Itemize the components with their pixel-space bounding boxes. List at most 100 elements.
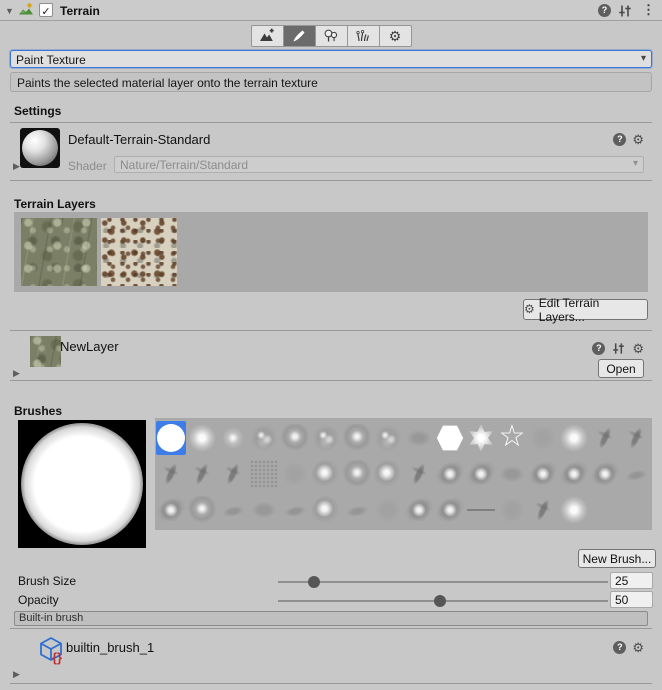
presets-icon[interactable] xyxy=(611,341,626,356)
smudge-brush-icon xyxy=(498,460,526,488)
splat-brush-icon xyxy=(281,424,309,452)
brush-item[interactable] xyxy=(342,493,372,527)
brush-item[interactable] xyxy=(528,457,558,491)
brush-item[interactable] xyxy=(404,457,434,491)
brush-item[interactable] xyxy=(373,421,403,455)
foldout-closed-icon[interactable]: ▶ xyxy=(13,161,20,171)
faint-brush-icon xyxy=(374,496,402,524)
terrain-layer-thumbnail-grass[interactable] xyxy=(21,218,97,286)
brush-item[interactable] xyxy=(280,421,310,455)
brush-item[interactable] xyxy=(435,493,465,527)
gear-icon[interactable]: ⚙ xyxy=(632,133,644,146)
brush-size-slider-knob[interactable] xyxy=(308,576,320,588)
brush-item[interactable] xyxy=(218,457,248,491)
brush-item[interactable] xyxy=(621,421,651,455)
opacity-slider[interactable] xyxy=(278,600,608,602)
brush-item[interactable] xyxy=(590,457,620,491)
open-button-label: Open xyxy=(606,362,635,376)
tree-icon xyxy=(323,28,339,44)
gear-icon[interactable]: ⚙ xyxy=(632,641,644,654)
terrain-layer-thumbnail-gravel[interactable] xyxy=(101,218,177,286)
paint-mode-value: Paint Texture xyxy=(16,53,86,67)
shader-dropdown[interactable]: Nature/Terrain/Standard ▾ xyxy=(114,156,644,173)
wisp-brush-icon xyxy=(340,493,373,526)
brush-item[interactable] xyxy=(404,421,434,455)
brush-item[interactable] xyxy=(156,493,186,527)
brush-item[interactable] xyxy=(466,457,496,491)
enabled-checkbox[interactable]: ✓ xyxy=(39,3,53,17)
brush-item[interactable] xyxy=(249,421,279,455)
brush-item[interactable] xyxy=(311,457,341,491)
brush-item[interactable] xyxy=(187,421,217,455)
brush-size-slider[interactable] xyxy=(278,581,608,583)
brush-size-field[interactable]: 25 xyxy=(610,572,653,589)
faint-brush-icon xyxy=(281,460,309,488)
glow-brush-icon xyxy=(188,424,216,452)
layer-thumbnail[interactable] xyxy=(30,336,61,367)
help-icon[interactable]: ? xyxy=(592,342,605,355)
tool-paint-texture-button[interactable] xyxy=(283,25,316,47)
brush-item[interactable] xyxy=(280,493,310,527)
presets-icon[interactable] xyxy=(617,3,633,19)
edit-terrain-layers-label: Edit Terrain Layers... xyxy=(539,296,647,324)
gear-icon[interactable]: ⚙ xyxy=(632,342,644,355)
brush-item[interactable] xyxy=(187,457,217,491)
brush-item[interactable] xyxy=(249,493,279,527)
brush-item[interactable] xyxy=(559,457,589,491)
brush-item[interactable] xyxy=(342,421,372,455)
brush-item[interactable] xyxy=(528,493,558,527)
foldout-closed-icon[interactable]: ▶ xyxy=(13,368,20,378)
speckle-brush-icon xyxy=(250,460,278,488)
brush-item[interactable] xyxy=(187,493,217,527)
edit-terrain-layers-button[interactable]: ⚙ Edit Terrain Layers... xyxy=(523,299,648,320)
tool-paint-trees-button[interactable] xyxy=(315,25,348,47)
paint-mode-dropdown[interactable]: Paint Texture ▾ xyxy=(10,50,652,68)
tool-terrain-settings-button[interactable]: ⚙ xyxy=(379,25,412,47)
brush-item[interactable] xyxy=(435,421,465,455)
help-icon[interactable]: ? xyxy=(598,4,611,17)
brush-item[interactable]: ☆ xyxy=(497,421,527,455)
tool-paint-details-button[interactable] xyxy=(347,25,380,47)
burst-brush-icon xyxy=(529,460,557,488)
brush-item[interactable] xyxy=(249,457,279,491)
foldout-open-icon[interactable]: ▼ xyxy=(5,6,14,16)
blob-brush-icon xyxy=(374,460,402,488)
foldout-closed-icon[interactable]: ▶ xyxy=(13,669,20,679)
help-icon[interactable]: ? xyxy=(613,641,626,654)
tool-create-neighbor-button[interactable] xyxy=(251,25,284,47)
brush-item[interactable] xyxy=(218,421,248,455)
layer-inspector: NewLayer ? ⚙ Open ▶ xyxy=(10,330,652,381)
blob-brush-icon xyxy=(312,460,340,488)
brush-item[interactable] xyxy=(311,493,341,527)
brush-item[interactable] xyxy=(373,457,403,491)
brush-item[interactable] xyxy=(497,493,527,527)
branch-brush-icon xyxy=(586,419,623,456)
brush-item[interactable] xyxy=(497,457,527,491)
brush-item[interactable] xyxy=(311,421,341,455)
opacity-slider-knob[interactable] xyxy=(434,595,446,607)
brush-item[interactable] xyxy=(404,493,434,527)
brush-item[interactable] xyxy=(435,457,465,491)
brush-item[interactable] xyxy=(528,421,558,455)
chevron-down-icon: ▾ xyxy=(641,53,646,64)
brush-item[interactable] xyxy=(559,421,589,455)
brush-item[interactable] xyxy=(466,493,496,527)
wisp-brush-icon xyxy=(278,493,311,526)
material-preview[interactable] xyxy=(20,128,60,168)
opacity-field[interactable]: 50 xyxy=(610,591,653,608)
brush-item[interactable] xyxy=(559,493,589,527)
brush-item[interactable] xyxy=(156,421,186,455)
brush-item[interactable] xyxy=(280,457,310,491)
new-brush-button[interactable]: New Brush... xyxy=(578,549,656,568)
brush-item[interactable] xyxy=(342,457,372,491)
open-button[interactable]: Open xyxy=(598,359,644,378)
brush-item[interactable] xyxy=(156,457,186,491)
brush-item[interactable] xyxy=(466,421,496,455)
brush-item[interactable] xyxy=(218,493,248,527)
material-inspector: Default-Terrain-Standard ? ⚙ ▶ Shader Na… xyxy=(10,122,652,181)
help-icon[interactable]: ? xyxy=(613,133,626,146)
brush-item[interactable] xyxy=(590,421,620,455)
more-menu-icon[interactable]: ⋮ xyxy=(642,2,655,18)
brush-item[interactable] xyxy=(621,457,651,491)
brush-item[interactable] xyxy=(373,493,403,527)
